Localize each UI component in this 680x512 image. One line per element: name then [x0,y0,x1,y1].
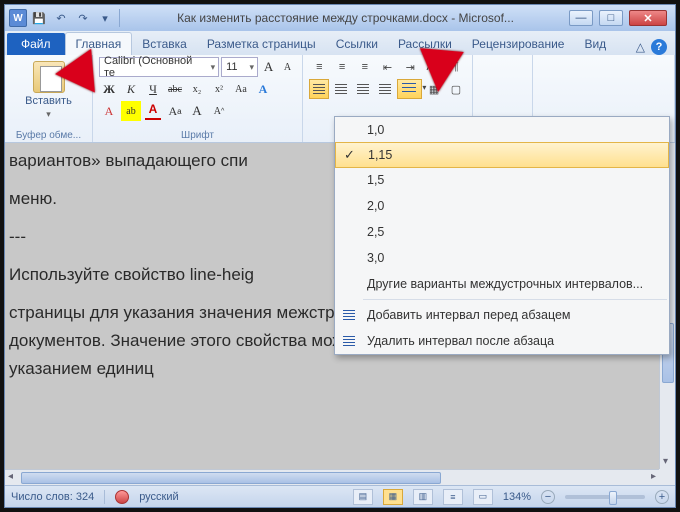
align-center-button[interactable] [331,79,351,99]
italic-button[interactable]: К [121,79,141,99]
text-effects-button[interactable]: A [253,79,273,99]
numbering-button[interactable]: ≡ [332,57,353,77]
undo-icon[interactable]: ↶ [51,8,71,28]
quick-access-toolbar: W 💾 ↶ ↷ ▾ [5,8,122,28]
shrink-font-button[interactable]: A [279,57,296,77]
window-title: Как изменить расстояние между строчками.… [122,11,569,25]
align-right-button[interactable] [353,79,373,99]
tab-references[interactable]: Ссылки [326,33,388,55]
tab-insert[interactable]: Вставка [132,33,197,55]
maximize-button[interactable]: □ [599,10,623,26]
line-spacing-more[interactable]: Другие варианты междустрочных интервалов… [335,271,669,297]
char-border-button[interactable]: Aa [165,101,185,121]
save-icon[interactable]: 💾 [29,8,49,28]
view-web-layout[interactable]: ▥ [413,489,433,505]
scroll-thumb[interactable] [21,472,441,484]
qat-customize-icon[interactable]: ▾ [95,8,115,28]
tab-page-layout[interactable]: Разметка страницы [197,33,326,55]
tab-home[interactable]: Главная [65,32,133,55]
font-name-combo[interactable]: Calibri (Основной те [99,57,219,77]
subscript-button[interactable]: x₂ [187,79,207,99]
font-size-combo[interactable]: 11 [221,57,258,77]
decrease-indent-button[interactable]: ⇤ [377,57,398,77]
justify-button[interactable] [375,79,395,99]
line-spacing-icon [402,83,416,95]
highlight-button[interactable]: ab [121,101,141,121]
grow-font-button[interactable]: A [260,57,277,77]
redo-icon[interactable]: ↷ [73,8,93,28]
horizontal-scrollbar[interactable] [5,469,659,485]
line-spacing-menu: 1,0 ✓1,15 1,5 2,0 2,5 3,0 Другие вариант… [334,116,670,355]
line-spacing-option[interactable]: 1,5 [335,167,669,193]
align-left-button[interactable] [309,79,329,99]
change-case-button[interactable]: Aa [231,79,251,99]
tab-view[interactable]: Вид [574,33,616,55]
minimize-button[interactable]: — [569,10,593,26]
view-full-screen[interactable]: ▦ [383,489,403,505]
zoom-level[interactable]: 134% [503,491,531,503]
line-spacing-option[interactable]: ✓1,15 [335,142,669,168]
view-print-layout[interactable]: ▤ [353,489,373,505]
word-count[interactable]: Число слов: 324 [11,491,94,503]
group-font: Calibri (Основной те 11 A A Ж К Ч abc x₂… [93,55,303,142]
tab-review[interactable]: Рецензирование [462,33,575,55]
line-spacing-option[interactable]: 3,0 [335,245,669,271]
annotation-arrow [416,48,463,94]
clear-formatting-button[interactable]: A [99,101,119,121]
zoom-slider[interactable] [565,495,645,499]
font-color-button[interactable]: A [143,101,163,121]
add-space-before[interactable]: Добавить интервал перед абзацем [335,302,669,328]
scroll-corner [659,469,675,485]
app-icon[interactable]: W [9,9,27,27]
close-button[interactable]: ✕ [629,10,667,26]
title-bar: W 💾 ↶ ↷ ▾ Как изменить расстояние между … [5,5,675,31]
superscript-button[interactable]: x² [209,79,229,99]
view-outline[interactable]: ≡ [443,489,463,505]
multilevel-button[interactable]: ≡ [354,57,375,77]
strikethrough-button[interactable]: abc [165,79,185,99]
space-after-icon [341,333,357,349]
enclose-char-button[interactable]: A^ [209,101,229,121]
underline-button[interactable]: Ч [143,79,163,99]
char-shading-button[interactable]: A [187,101,207,121]
ribbon-tabs: Файл Главная Вставка Разметка страницы С… [5,31,675,55]
line-spacing-option[interactable]: 2,5 [335,219,669,245]
status-bar: Число слов: 324 русский ▤ ▦ ▥ ≡ ▭ 134% −… [5,485,675,507]
help-icon[interactable]: ? [651,39,667,55]
space-before-icon [341,307,357,323]
zoom-in-button[interactable]: + [655,490,669,504]
view-draft[interactable]: ▭ [473,489,493,505]
tab-file[interactable]: Файл [7,33,65,55]
check-icon: ✓ [344,147,355,163]
ribbon-collapse-icon[interactable]: △ [636,40,645,54]
line-spacing-option[interactable]: 2,0 [335,193,669,219]
remove-space-after[interactable]: Удалить интервал после абзаца [335,328,669,354]
bullets-button[interactable]: ≡ [309,57,330,77]
language-icon [115,490,129,504]
language-button[interactable]: русский [139,491,178,503]
line-spacing-option[interactable]: 1,0 [335,117,669,143]
zoom-out-button[interactable]: − [541,490,555,504]
